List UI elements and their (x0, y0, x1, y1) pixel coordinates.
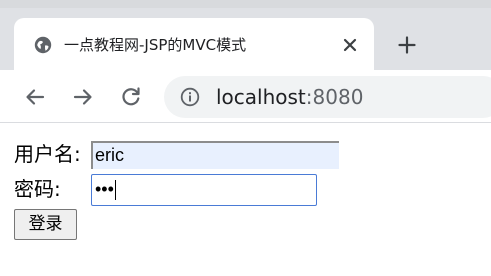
back-button[interactable] (20, 82, 50, 112)
login-button[interactable]: 登录 (14, 209, 77, 240)
username-label: 用户名: (14, 142, 81, 166)
info-icon[interactable] (180, 87, 200, 107)
password-value: ••• (95, 179, 114, 199)
tab-strip-edge (0, 0, 491, 8)
forward-button[interactable] (68, 82, 98, 112)
url-port: :8080 (305, 85, 364, 109)
username-value: eric (95, 145, 125, 165)
reload-button[interactable] (116, 82, 146, 112)
text-caret (114, 180, 116, 201)
username-input[interactable]: eric (91, 141, 339, 169)
password-input[interactable]: ••• (91, 174, 317, 206)
plus-icon (398, 36, 416, 54)
forward-arrow-icon (73, 89, 92, 105)
password-label: 密码: (14, 177, 61, 201)
url-host: localhost (216, 85, 306, 109)
address-url[interactable]: localhost:8080 (216, 84, 363, 110)
close-icon (343, 38, 357, 52)
reload-icon (122, 87, 140, 106)
tab-title[interactable]: 一点教程网-JSP的MVC模式 (64, 34, 246, 56)
new-tab-button[interactable] (392, 30, 422, 60)
tab-close-button[interactable] (338, 33, 362, 57)
globe-icon (34, 36, 52, 54)
back-arrow-icon (26, 89, 45, 105)
